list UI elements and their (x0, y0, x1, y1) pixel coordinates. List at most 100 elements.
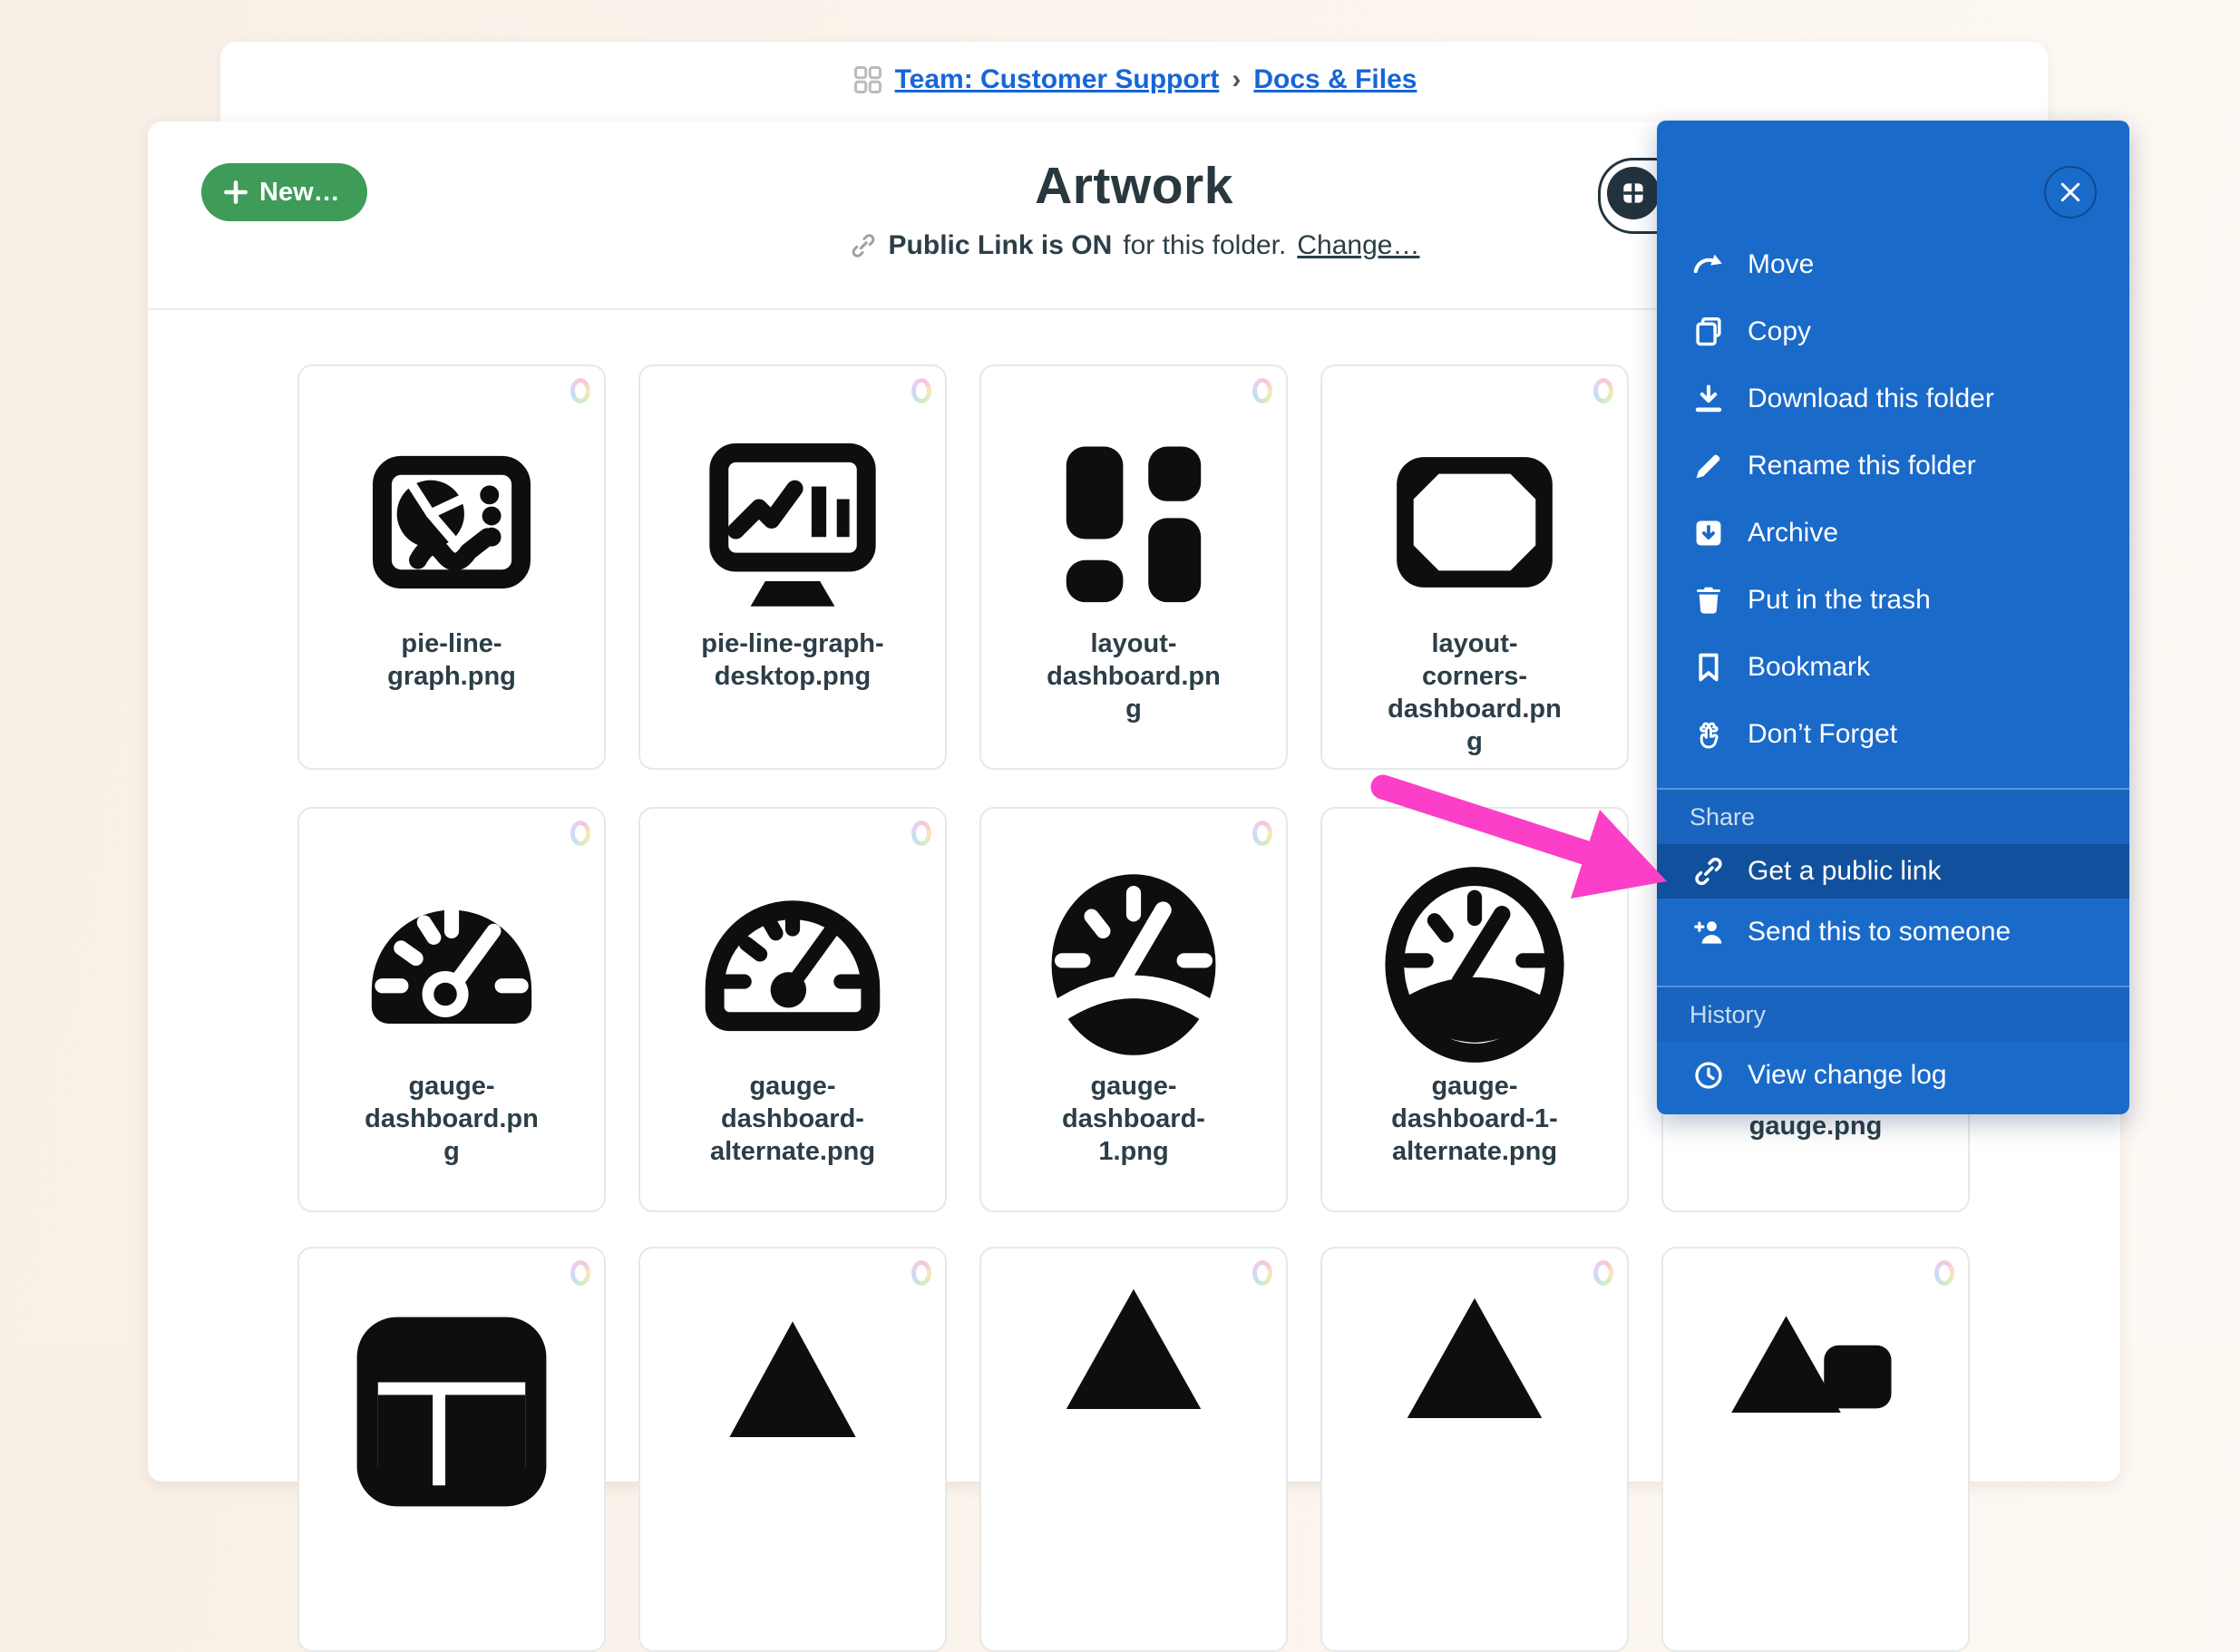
selection-ring-center (1598, 825, 1609, 841)
breadcrumb-section-link[interactable]: Docs & Files (1253, 64, 1417, 95)
grid-icon (852, 63, 884, 96)
selection-ring-icon[interactable] (911, 821, 931, 846)
gauge-round-solid-icon (1028, 860, 1239, 1070)
bookmark-icon (1690, 648, 1728, 686)
selection-ring-center (916, 383, 927, 399)
copy-icon (1690, 313, 1728, 351)
download-icon (1690, 380, 1728, 418)
selection-ring-center (1257, 1265, 1268, 1281)
selection-ring-center (1598, 1265, 1609, 1281)
menu-item-label: Send this to someone (1748, 917, 2011, 947)
selection-ring-icon[interactable] (911, 378, 931, 403)
close-icon[interactable] (2044, 166, 2097, 219)
menu-item-get-a-public-link[interactable]: Get a public link (1657, 844, 2129, 899)
clock-icon (1690, 1056, 1728, 1094)
panel-menu: Move Copy Download this folder Rename this … (1657, 231, 2129, 1109)
selection-ring-icon[interactable] (1593, 378, 1613, 403)
gauge-outline-icon (687, 860, 898, 1070)
selection-ring-icon[interactable] (1593, 1260, 1613, 1286)
selection-ring-icon[interactable] (1252, 1260, 1272, 1286)
file-name: layout-corners-dashboard.png (1388, 629, 1562, 756)
link-icon (849, 231, 878, 260)
menu-item-move[interactable]: Move (1657, 231, 2129, 298)
layout-dashboard-icon (1028, 417, 1239, 627)
breadcrumb-separator: › (1232, 64, 1242, 94)
file-card[interactable]: layout-corners-dashboard.png (1320, 364, 1629, 770)
file-card[interactable]: gauge-dashboard.png (297, 807, 606, 1212)
desktop-graph-icon (687, 417, 898, 627)
file-card[interactable]: pie-line-graph.png (297, 364, 606, 770)
file-name: gauge-dashboard-1-alternate.png (1391, 1072, 1558, 1166)
file-name: pie-line-graph-desktop.png (701, 629, 884, 691)
menu-item-label: Don’t Forget (1748, 719, 1898, 749)
file-name: pie-line-graph.png (387, 629, 516, 691)
breadcrumb-team-link[interactable]: Team: Customer Support (895, 64, 1220, 95)
menu-item-label: Move (1748, 249, 1815, 279)
menu-item-label: Get a public link (1748, 856, 1942, 886)
file-card[interactable]: gauge-dashboard-1-alternate.png (1320, 807, 1629, 1212)
panel-section-header: History (1657, 987, 2129, 1042)
selection-ring-icon[interactable] (1934, 1260, 1954, 1286)
selection-ring-icon[interactable] (570, 821, 590, 846)
menu-item-send-this-to-someone[interactable]: Send this to someone (1657, 899, 2129, 966)
file-card[interactable]: gauge-dashboard-1.png (979, 807, 1288, 1212)
photo-mountain-icon (1710, 1261, 1921, 1472)
mountain-icon (1369, 1267, 1580, 1477)
selection-ring-icon[interactable] (570, 1260, 590, 1286)
selection-ring-center (575, 383, 586, 399)
pie-line-graph-icon (346, 417, 557, 627)
menu-item-archive[interactable]: Archive (1657, 500, 2129, 567)
file-card[interactable] (297, 1247, 606, 1652)
menu-item-view-change-log[interactable]: View change log (1657, 1042, 2129, 1109)
folder-actions-panel: Move Copy Download this folder Rename this … (1657, 121, 2129, 1114)
selection-ring-icon[interactable] (1593, 821, 1613, 846)
file-name: gauge-dashboard.png (365, 1072, 539, 1166)
trash-icon (1690, 581, 1728, 619)
public-link-bold: Public Link is ON (888, 230, 1113, 260)
public-link-icon (1690, 852, 1728, 890)
breadcrumb: Team: Customer Support › Docs & Files (220, 63, 2048, 96)
menu-item-copy[interactable]: Copy (1657, 298, 2129, 365)
file-card[interactable]: gauge-dashboard-alternate.png (638, 807, 947, 1212)
menu-item-put-in-the-trash[interactable]: Put in the trash (1657, 567, 2129, 634)
send-person-icon (1690, 913, 1728, 951)
menu-item-label: Archive (1748, 518, 1839, 548)
file-card[interactable]: pie-line-graph-desktop.png (638, 364, 947, 770)
selection-ring-icon[interactable] (570, 378, 590, 403)
layout-corners-icon (1369, 417, 1580, 627)
menu-item-bookmark[interactable]: Bookmark (1657, 634, 2129, 701)
file-card[interactable]: layout-dashboard.png (979, 364, 1288, 770)
file-card[interactable] (1661, 1247, 1970, 1652)
file-name: gauge-dashboard-1.png (1062, 1072, 1205, 1166)
selection-ring-icon[interactable] (911, 1260, 931, 1286)
file-card[interactable] (1320, 1247, 1629, 1652)
file-card[interactable] (979, 1247, 1288, 1652)
archive-icon (1690, 514, 1728, 552)
move-icon (1690, 246, 1728, 284)
menu-item-label: Download this folder (1748, 384, 1994, 413)
grid-view-icon (1607, 167, 1660, 219)
gauge-solid-icon (346, 860, 557, 1070)
menu-item-don-t-forget[interactable]: Don’t Forget (1657, 701, 2129, 768)
selection-ring-icon[interactable] (1252, 378, 1272, 403)
window-top-icon (346, 1307, 557, 1517)
selection-ring-center (1257, 825, 1268, 841)
selection-ring-center (916, 825, 927, 841)
file-card[interactable] (638, 1247, 947, 1652)
selection-ring-center (1598, 383, 1609, 399)
menu-item-rename-this-folder[interactable]: Rename this folder (1657, 432, 2129, 500)
mountain-small-icon (687, 1279, 898, 1490)
selection-ring-center (1257, 383, 1268, 399)
change-link[interactable]: Change… (1297, 230, 1419, 261)
menu-item-label: Put in the trash (1748, 585, 1931, 615)
file-name: gauge-dashboard-alternate.png (709, 1072, 876, 1166)
selection-ring-center (916, 1265, 927, 1281)
selection-ring-icon[interactable] (1252, 821, 1272, 846)
menu-item-label: Copy (1748, 316, 1812, 346)
file-name: gauge.png (1748, 1112, 1883, 1141)
menu-item-download-this-folder[interactable]: Download this folder (1657, 365, 2129, 432)
selection-ring-center (1939, 1265, 1950, 1281)
public-link-rest: for this folder. (1123, 230, 1287, 260)
menu-item-label: Rename this folder (1748, 451, 1976, 481)
dont-forget-icon (1690, 715, 1728, 753)
